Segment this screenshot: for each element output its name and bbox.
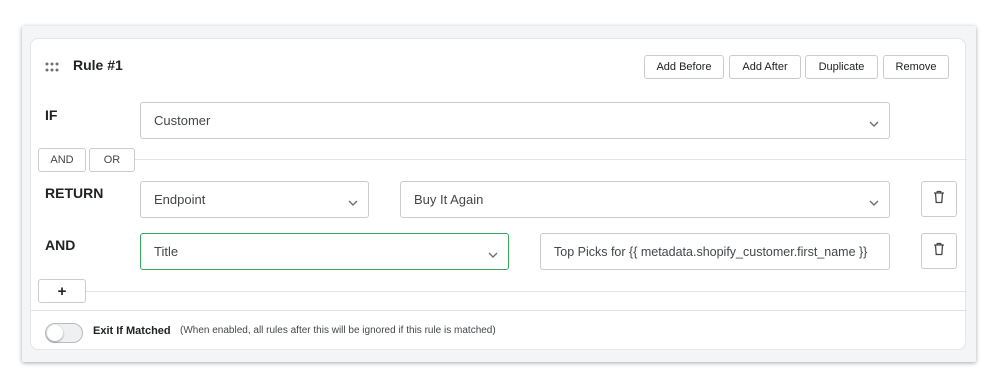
- and-value-input[interactable]: Top Picks for {{ metadata.shopify_custom…: [540, 233, 890, 270]
- add-row-button[interactable]: +: [38, 279, 86, 303]
- return-type-select[interactable]: Endpoint: [140, 181, 369, 218]
- if-condition-select[interactable]: Customer: [140, 102, 890, 139]
- exit-if-matched-label: Exit If Matched: [93, 325, 171, 337]
- return-value-text: Buy It Again: [414, 192, 484, 207]
- trash-icon: [933, 190, 945, 209]
- footer-divider: [31, 310, 967, 311]
- exit-if-matched-toggle[interactable]: [45, 323, 83, 343]
- exit-if-matched-help: (When enabled, all rules after this will…: [180, 325, 496, 336]
- remove-button[interactable]: Remove: [883, 55, 949, 79]
- return-type-value: Endpoint: [154, 192, 206, 207]
- if-condition-value: Customer: [154, 113, 211, 128]
- trash-icon: [933, 242, 945, 261]
- toggle-knob: [47, 325, 63, 341]
- return-keyword: RETURN: [45, 185, 104, 201]
- drag-handle-icon[interactable]: [45, 59, 59, 72]
- return-value-select[interactable]: Buy It Again: [400, 181, 890, 218]
- and-keyword: AND: [45, 237, 76, 253]
- rule-title: Rule #1: [73, 57, 123, 73]
- chevron-down-icon: [348, 195, 358, 206]
- plus-icon: +: [57, 282, 67, 300]
- if-keyword: IF: [45, 107, 58, 123]
- divider: [86, 291, 967, 292]
- add-after-button[interactable]: Add After: [729, 55, 801, 79]
- delete-and-row-button[interactable]: [921, 233, 957, 269]
- divider: [135, 159, 967, 160]
- and-field-select[interactable]: Title: [140, 233, 509, 270]
- and-connector-button[interactable]: AND: [38, 148, 86, 172]
- or-connector-button[interactable]: OR: [89, 148, 135, 172]
- chevron-down-icon: [869, 116, 879, 127]
- chevron-down-icon: [869, 195, 879, 206]
- rule-container: Rule #1 Add Before Add After Duplicate R…: [22, 26, 976, 362]
- add-before-button[interactable]: Add Before: [644, 55, 724, 79]
- and-value-text: Top Picks for {{ metadata.shopify_custom…: [554, 244, 868, 259]
- rule-card: Rule #1 Add Before Add After Duplicate R…: [30, 38, 967, 350]
- delete-return-row-button[interactable]: [921, 181, 957, 217]
- chevron-down-icon: [488, 247, 498, 258]
- duplicate-button[interactable]: Duplicate: [805, 55, 878, 79]
- and-field-value: Title: [154, 244, 179, 259]
